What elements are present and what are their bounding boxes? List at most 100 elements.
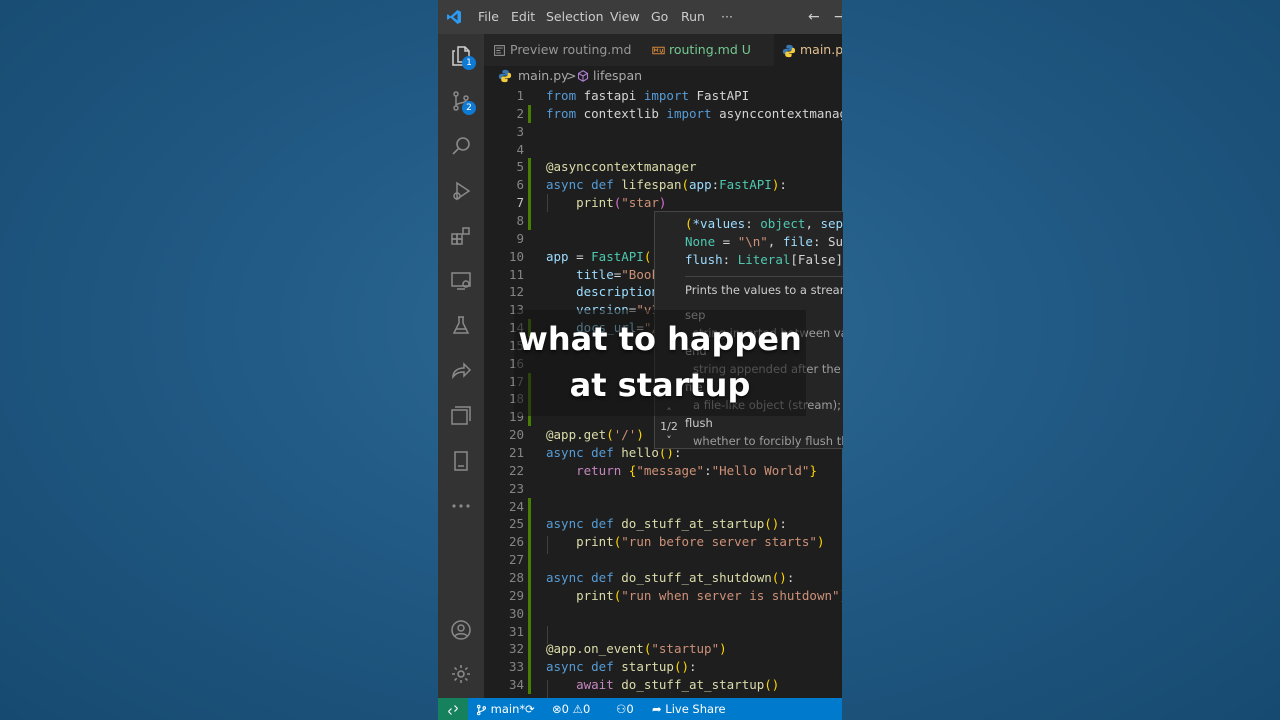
- line-code: from fastapi import FastAPI: [546, 88, 750, 103]
- remote-windows-button[interactable]: [438, 394, 484, 438]
- breadcrumb-symbol[interactable]: lifespan: [593, 66, 642, 86]
- extensions-button[interactable]: [438, 214, 484, 258]
- status-bar: main* ⟳ ⊗0 ⚠0 ⚇0 ➦ Live Share: [438, 698, 842, 720]
- breadcrumb-file[interactable]: main.py: [518, 66, 569, 86]
- diff-gutter-marker: [528, 568, 531, 587]
- problems-indicator[interactable]: ⊗0 ⚠0: [552, 698, 590, 720]
- search-button[interactable]: [438, 124, 484, 168]
- menu-selection[interactable]: Selection: [546, 0, 604, 34]
- code-line[interactable]: 4: [484, 141, 842, 159]
- gear-icon: [452, 665, 470, 683]
- ellipsis-icon: [452, 504, 470, 508]
- menu-more[interactable]: ···: [721, 0, 733, 34]
- code-line[interactable]: 30: [484, 604, 842, 623]
- remote-explorer-button[interactable]: [438, 259, 484, 303]
- line-number: 2: [516, 105, 524, 121]
- live-share-status[interactable]: ➦ Live Share: [652, 698, 726, 720]
- explorer-button[interactable]: 1: [438, 34, 484, 78]
- menu-view[interactable]: View: [610, 0, 640, 34]
- code-line[interactable]: 23: [484, 480, 842, 498]
- menu-go[interactable]: Go: [651, 0, 668, 34]
- title-bar: File Edit Selection View Go Run ··· ← →: [438, 0, 842, 34]
- diff-gutter-marker: [528, 176, 531, 195]
- code-line[interactable]: 3: [484, 123, 842, 141]
- code-line[interactable]: 32 @app.on_event("startup"): [484, 640, 842, 659]
- more-views-button[interactable]: [438, 484, 484, 528]
- back-arrow-icon[interactable]: ←: [808, 0, 820, 34]
- preview-icon: [494, 45, 505, 56]
- line-number: 25: [508, 516, 524, 532]
- live-share-button[interactable]: [438, 349, 484, 393]
- ports-indicator[interactable]: ⚇0: [616, 698, 634, 720]
- tab-preview-routing[interactable]: Preview routing.md: [493, 34, 631, 66]
- code-line[interactable]: 25 async def do_stuff_at_startup():: [484, 515, 842, 534]
- run-debug-icon: [453, 181, 471, 201]
- divider: [685, 276, 843, 277]
- function-description: Prints the values to a stream: [685, 283, 843, 297]
- branch-indicator[interactable]: main*: [476, 698, 525, 720]
- account-icon: [451, 620, 471, 640]
- line-number: 28: [508, 569, 524, 585]
- code-line[interactable]: 34 await do_stuff_at_startup(): [484, 676, 842, 695]
- run-debug-button[interactable]: [438, 169, 484, 213]
- overload-pager: 1/2: [660, 420, 678, 433]
- code-line[interactable]: 26 print("run before server starts"): [484, 533, 842, 552]
- windows-icon: [451, 406, 471, 425]
- line-number: 34: [508, 677, 524, 693]
- line-number: 32: [508, 641, 524, 657]
- chevron-down-icon[interactable]: ˅: [655, 434, 683, 447]
- code-line[interactable]: 1 from fastapi import FastAPI: [484, 87, 842, 105]
- manage-button[interactable]: [438, 652, 484, 696]
- accounts-button[interactable]: [438, 608, 484, 652]
- sync-icon[interactable]: ⟳: [525, 698, 535, 720]
- line-code: async def do_stuff_at_startup():: [546, 516, 787, 532]
- source-control-button[interactable]: 2: [438, 79, 484, 123]
- diff-gutter-marker: [528, 515, 531, 534]
- git-branch-icon: [476, 704, 487, 715]
- diff-gutter-marker: [528, 551, 531, 570]
- code-line[interactable]: 2 from contextlib import asynccontextmana…: [484, 104, 842, 123]
- code-line[interactable]: 22 return {"message":"Hello World"}: [484, 462, 842, 480]
- remote-indicator[interactable]: [438, 698, 468, 720]
- vscode-logo-icon: [447, 10, 461, 24]
- flask-icon: [452, 316, 470, 334]
- diff-gutter-marker: [528, 622, 531, 641]
- code-line[interactable]: 29 print("run when server is shutdown"): [484, 586, 842, 605]
- code-line[interactable]: 6 async def lifespan(app:FastAPI):: [484, 176, 842, 195]
- breadcrumb-separator: >: [566, 68, 577, 83]
- untracked-badge: U: [741, 42, 751, 57]
- diff-gutter-marker: [528, 158, 531, 177]
- line-code: @app.on_event("startup"): [546, 641, 727, 657]
- line-code: from contextlib import asynccontextmanag…: [546, 105, 842, 121]
- video-caption: what to happen at startup: [514, 310, 806, 416]
- param-desc: whether to forcibly flush th: [693, 434, 843, 448]
- menu-file[interactable]: File: [478, 0, 499, 34]
- code-line[interactable]: 33 async def startup():: [484, 658, 842, 677]
- code-line[interactable]: 7 print("star): [484, 194, 842, 213]
- code-line[interactable]: 5 @asynccontextmanager: [484, 158, 842, 177]
- code-line[interactable]: 28 async def do_stuff_at_shutdown():: [484, 568, 842, 587]
- menu-edit[interactable]: Edit: [511, 0, 535, 34]
- caption-line-2: at startup: [569, 366, 751, 404]
- book-button[interactable]: [438, 439, 484, 483]
- testing-button[interactable]: [438, 304, 484, 348]
- line-code: print("run before server starts"): [576, 534, 825, 550]
- code-line[interactable]: 31: [484, 622, 842, 641]
- live-share-label: Live Share: [665, 702, 726, 716]
- line-code: description: [576, 284, 659, 300]
- line-number: 10: [508, 248, 524, 264]
- tab-main-py[interactable]: main.py: [774, 34, 842, 66]
- python-file-icon: [498, 69, 512, 83]
- line-number: 23: [508, 480, 524, 496]
- line-number: 29: [508, 587, 524, 603]
- warning-count: 0: [582, 702, 591, 716]
- menu-run[interactable]: Run: [681, 0, 705, 34]
- line-number: 21: [508, 445, 524, 460]
- code-line[interactable]: 24: [484, 497, 842, 516]
- tab-label: routing.md: [669, 42, 738, 57]
- tab-routing-md[interactable]: routing.md U: [652, 34, 751, 66]
- antenna-icon: ⚇: [616, 702, 627, 716]
- forward-arrow-icon[interactable]: →: [834, 0, 842, 34]
- diff-gutter-marker: [528, 640, 531, 659]
- code-line[interactable]: 27: [484, 551, 842, 570]
